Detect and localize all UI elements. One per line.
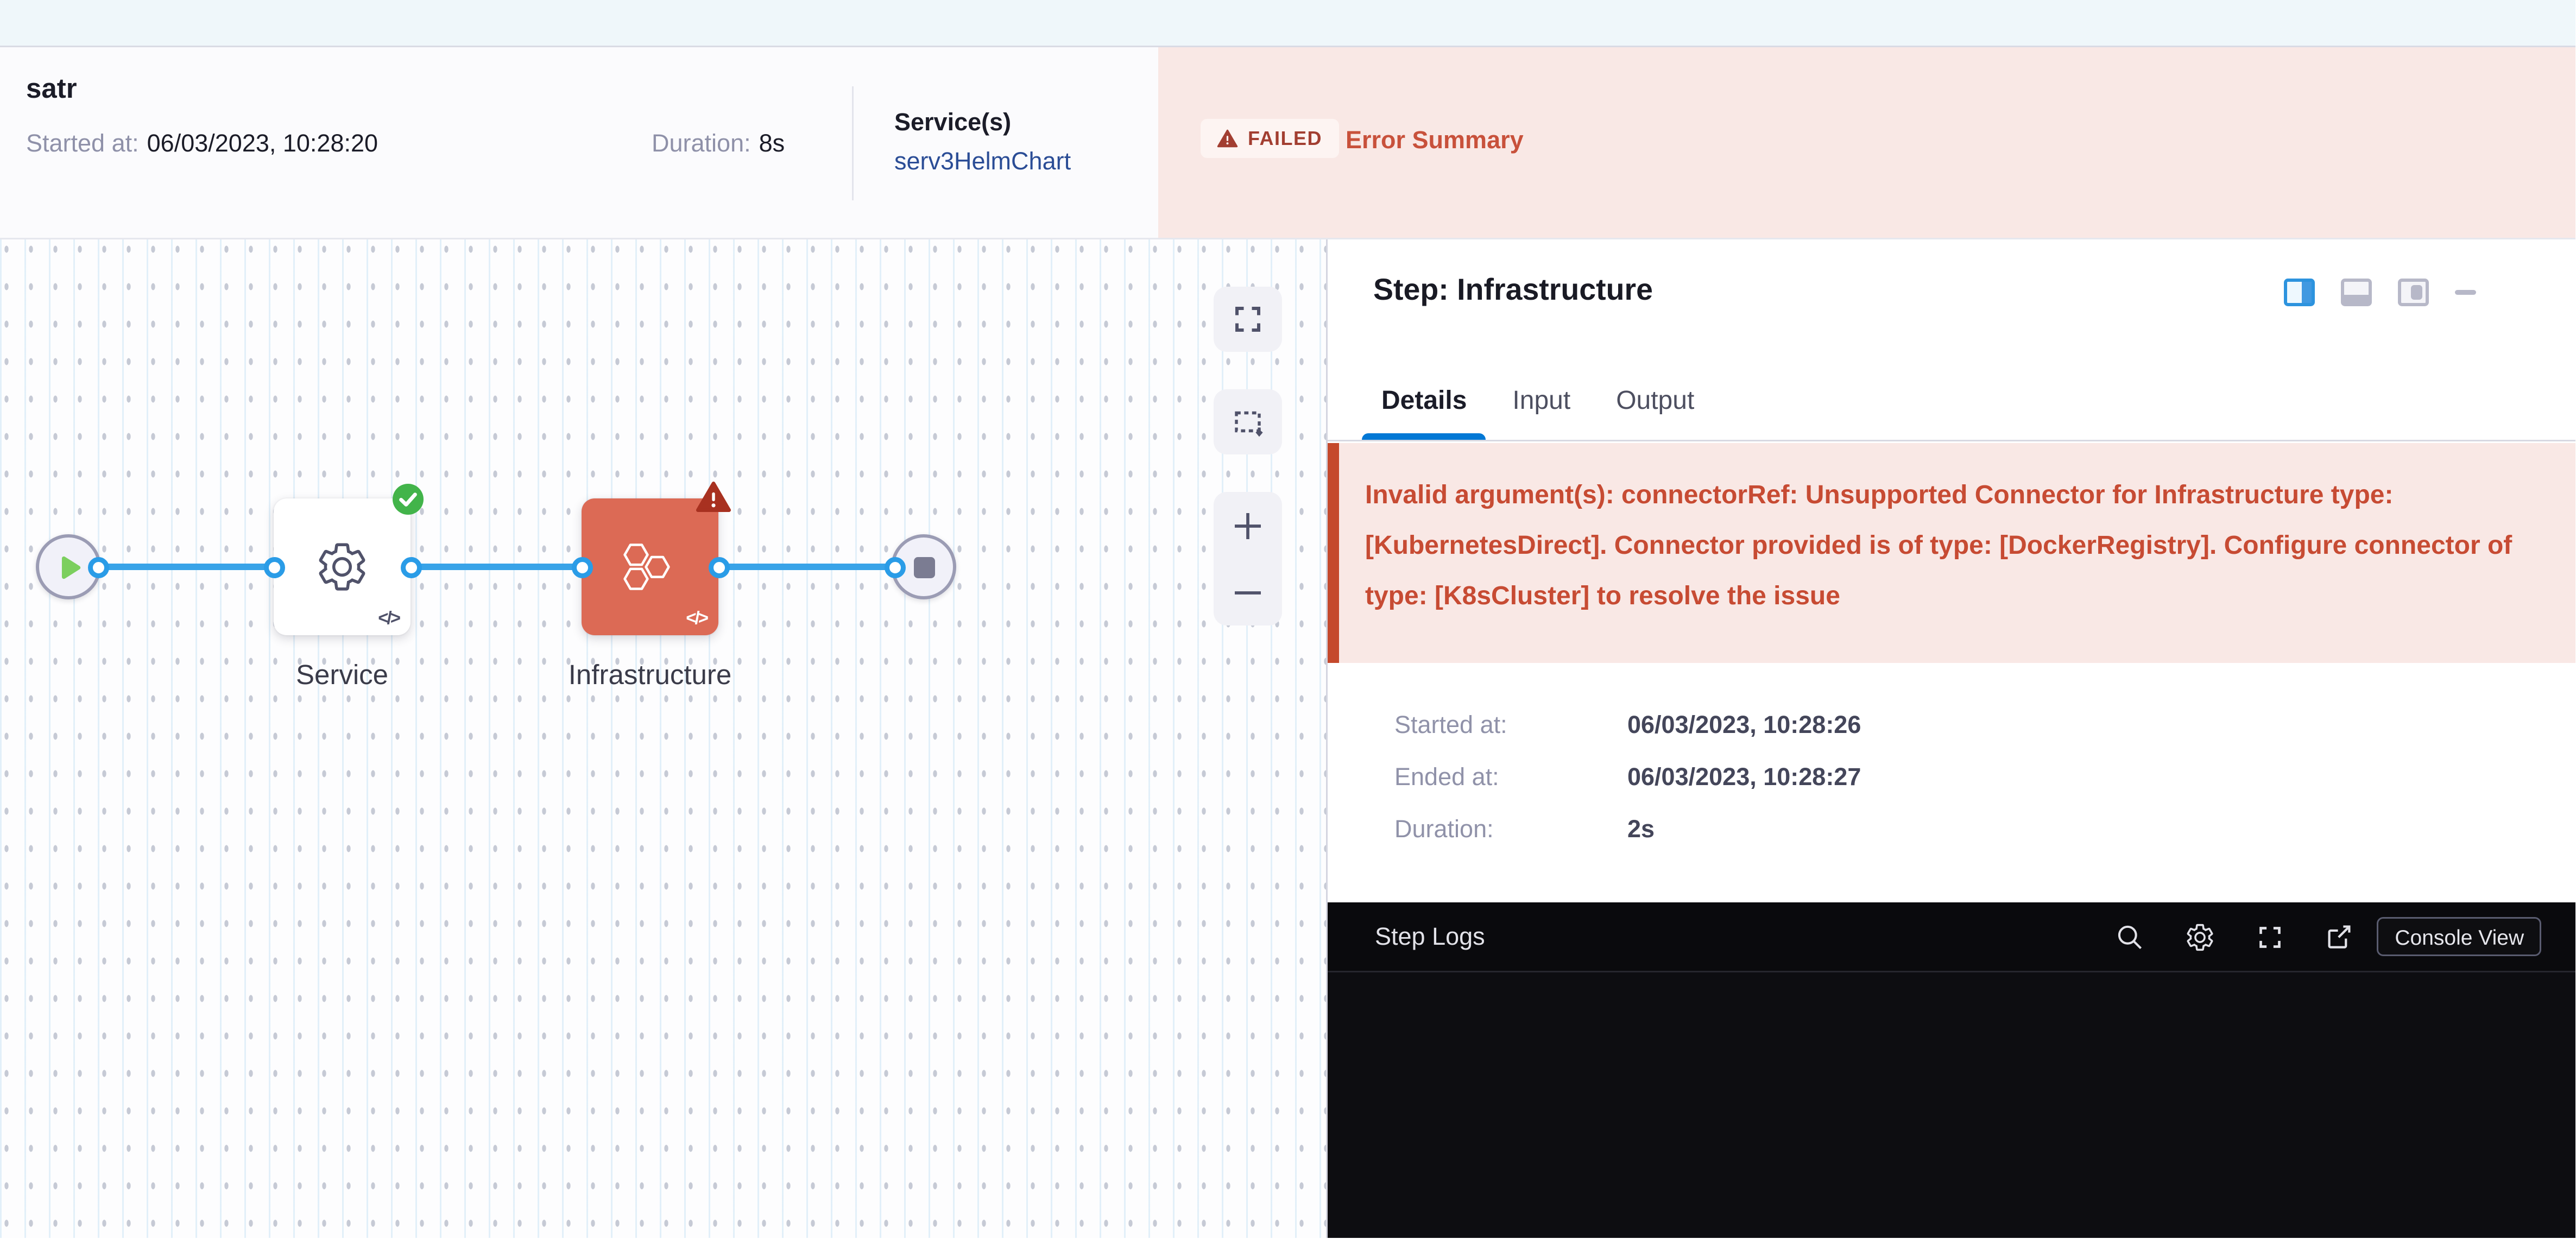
step-logs-header: Step Logs Console View (1328, 902, 2576, 971)
step-details-panel: Step: Infrastructure Details Input Outpu… (1326, 239, 2576, 1237)
dock-bottom-icon (2344, 295, 2369, 303)
float-panel-icon (2411, 285, 2422, 300)
play-icon (53, 552, 84, 583)
pipeline-canvas[interactable]: </> Service </> Infrastructure (0, 239, 1326, 1237)
zoom-to-fit-button[interactable] (1214, 287, 1282, 352)
dock-right-button[interactable] (2284, 279, 2315, 306)
pipeline-execution-page: satr Started at: 06/03/2023, 10:28:20 Dur… (0, 0, 2576, 1239)
browser-top-strip (0, 0, 2576, 47)
error-message-box: Invalid argument(s): connectorRef: Unsup… (1328, 443, 2576, 663)
marquee-icon (1231, 405, 1265, 439)
tab-input[interactable]: Input (1493, 363, 1590, 440)
hexagons-icon (621, 539, 679, 596)
step-title: Step: Infrastructure (1373, 272, 1653, 308)
duration-label: Duration: (652, 130, 751, 158)
duration-meta: Duration: 8s (652, 130, 785, 158)
open-in-new-tab-icon[interactable] (2325, 922, 2354, 951)
tab-details[interactable]: Details (1362, 363, 1486, 440)
fullscreen-icon (1232, 303, 1264, 336)
log-settings-icon[interactable] (2184, 921, 2215, 952)
gear-icon (314, 539, 370, 595)
infrastructure-node-label: Infrastructure (569, 660, 731, 692)
started-at-value: 06/03/2023, 10:28:20 (147, 130, 378, 158)
logs-toolbar (2114, 921, 2354, 952)
code-icon: </> (686, 609, 707, 629)
detail-value: 06/03/2023, 10:28:26 (1627, 712, 1861, 739)
minimize-panel-button[interactable] (2455, 289, 2476, 295)
connector-edge (68, 564, 924, 570)
expand-logs-icon[interactable] (2256, 923, 2284, 951)
status-strip: FAILED Error Summary (1158, 47, 2576, 238)
connector-port (571, 557, 592, 578)
services-divider (852, 86, 854, 200)
detail-row-duration: Duration:2s (1394, 816, 1655, 844)
service-step-node[interactable]: </> (274, 498, 411, 635)
marquee-select-button[interactable] (1214, 389, 1282, 454)
status-text: FAILED (1248, 127, 1322, 150)
code-icon: </> (378, 609, 399, 629)
step-logs-console[interactable] (1328, 971, 2576, 1237)
detail-label: Ended at: (1394, 764, 1627, 792)
float-panel-button[interactable] (2398, 279, 2429, 306)
execution-header: satr Started at: 06/03/2023, 10:28:20 Dur… (0, 47, 2576, 239)
failed-badge-icon (696, 481, 731, 521)
step-logs-title: Step Logs (1375, 923, 1485, 951)
pipeline-name: satr (26, 73, 77, 106)
infrastructure-step-node[interactable]: </> (582, 498, 718, 635)
detail-row-ended: Ended at:06/03/2023, 10:28:27 (1394, 764, 1861, 792)
dock-right-icon (2302, 282, 2312, 303)
zoom-in-button[interactable] (1214, 492, 1282, 559)
detail-label: Started at: (1394, 712, 1627, 739)
error-summary-link[interactable]: Error Summary (1346, 127, 1524, 155)
services-block: Service(s) serv3HelmChart (894, 109, 1071, 176)
zoom-controls (1214, 492, 1282, 625)
plus-icon (1232, 509, 1264, 542)
zoom-out-button[interactable] (1214, 559, 1282, 625)
search-icon[interactable] (2114, 922, 2144, 951)
dock-bottom-button[interactable] (2341, 279, 2372, 306)
services-label: Service(s) (894, 109, 1071, 137)
status-badge: FAILED (1201, 119, 1338, 158)
success-badge-icon (393, 484, 424, 523)
detail-row-started: Started at:06/03/2023, 10:28:26 (1394, 712, 1861, 739)
connector-port (263, 557, 285, 578)
duration-value: 8s (759, 130, 785, 158)
detail-value: 2s (1627, 816, 1655, 844)
minus-icon (1232, 576, 1264, 609)
service-node-label: Service (296, 660, 388, 692)
started-at-meta: Started at: 06/03/2023, 10:28:20 (26, 130, 378, 158)
warning-icon (1217, 129, 1238, 148)
step-tabs: Details Input Output (1328, 363, 2576, 441)
detail-label: Duration: (1394, 816, 1627, 844)
panel-layout-controls (2284, 279, 2476, 306)
error-message-text: Invalid argument(s): connectorRef: Unsup… (1365, 482, 2512, 611)
connector-port (884, 557, 905, 578)
detail-value: 06/03/2023, 10:28:27 (1627, 764, 1861, 792)
console-view-button[interactable]: Console View (2377, 917, 2542, 956)
service-link[interactable]: serv3HelmChart (894, 148, 1071, 176)
started-at-label: Started at: (26, 130, 139, 158)
stop-icon (913, 557, 935, 578)
main-content: </> Service </> Infrastructure (0, 239, 2576, 1237)
tab-output[interactable]: Output (1596, 363, 1714, 440)
